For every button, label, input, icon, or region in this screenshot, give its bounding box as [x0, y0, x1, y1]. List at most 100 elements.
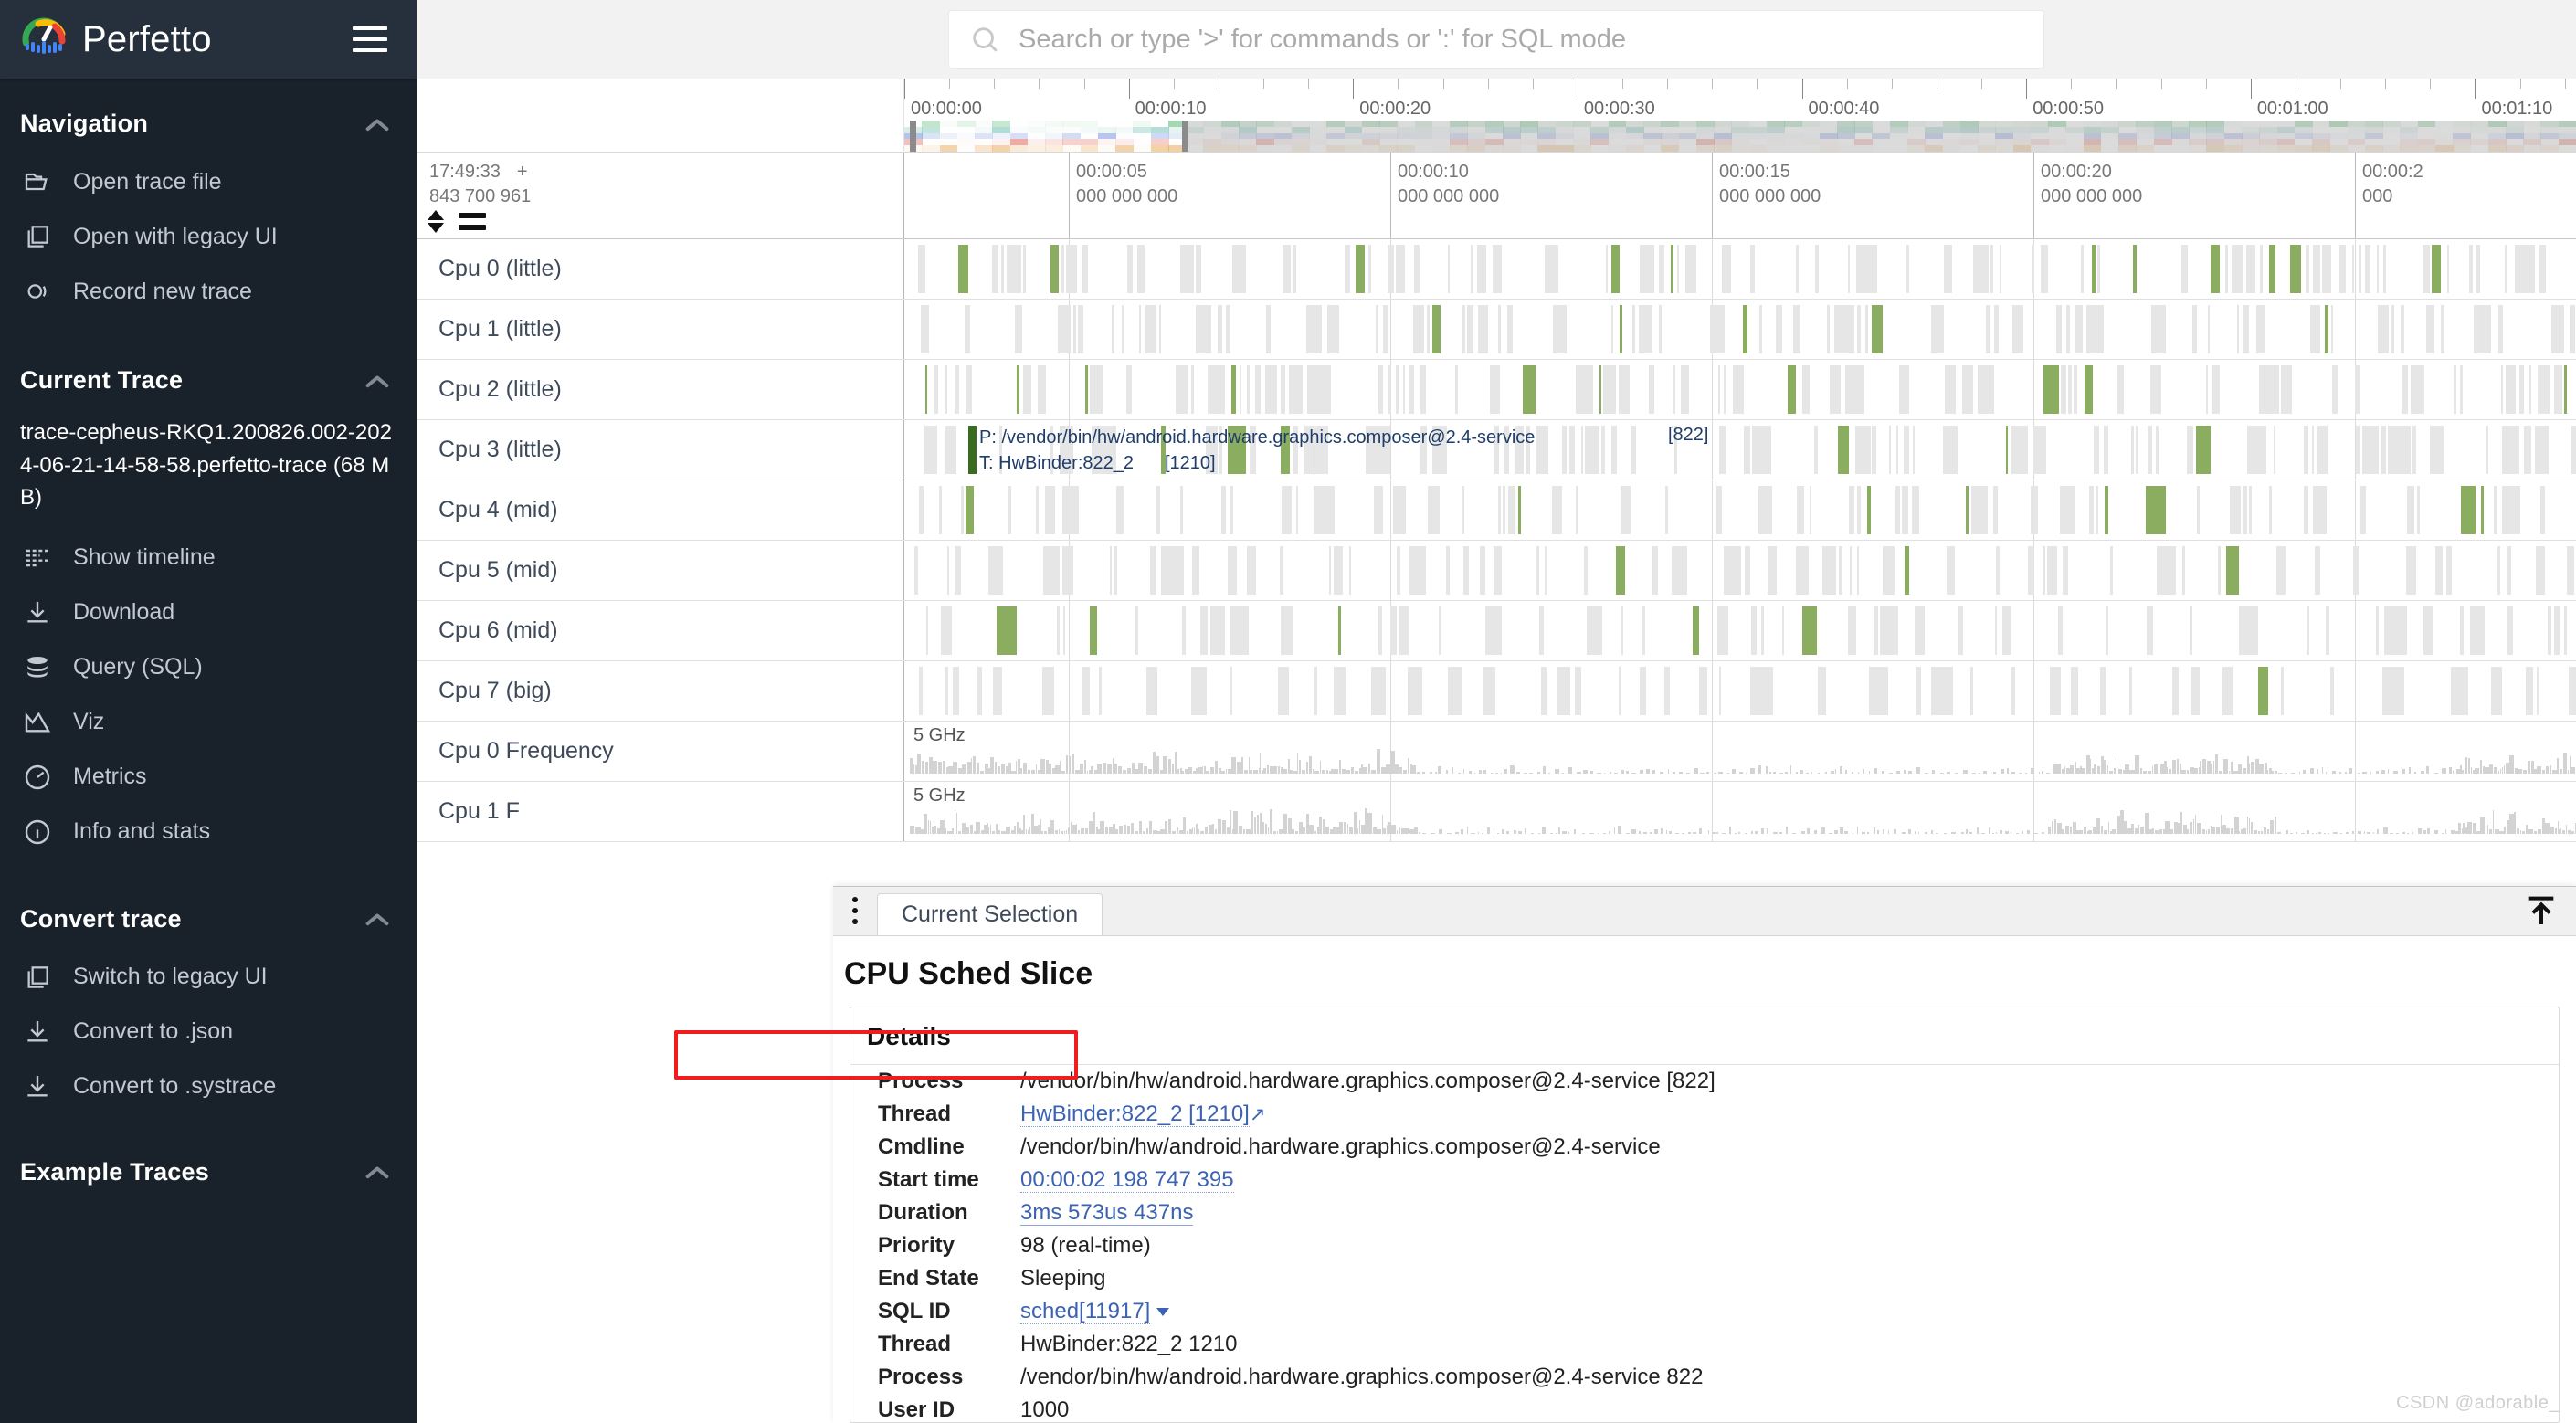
sched-slice[interactable] — [1946, 546, 1955, 595]
sched-slice[interactable] — [2205, 365, 2209, 414]
sched-slice[interactable] — [1515, 426, 1525, 474]
sched-slice[interactable] — [1078, 305, 1084, 353]
sched-slice[interactable] — [2539, 245, 2547, 293]
sched-slice[interactable] — [1413, 245, 1420, 293]
sched-slice[interactable] — [2145, 486, 2166, 534]
details-value[interactable]: 00:00:02 198 747 395 — [1008, 1164, 2559, 1196]
details-value-link[interactable]: sched[11917] — [1020, 1299, 1151, 1324]
sched-slice[interactable] — [2476, 245, 2481, 293]
sched-slice[interactable] — [1137, 245, 1145, 293]
sched-slice[interactable] — [2246, 426, 2267, 474]
sched-slice[interactable] — [1601, 426, 1606, 474]
sched-slice[interactable] — [2377, 305, 2389, 353]
sched-slice[interactable] — [954, 546, 961, 595]
sched-slice[interactable] — [1393, 486, 1407, 534]
sched-slice[interactable] — [1716, 486, 1722, 534]
sched-slice[interactable] — [1776, 305, 1782, 353]
sched-slice[interactable] — [2312, 245, 2321, 293]
track-row[interactable]: Cpu 1 (little) — [417, 300, 2576, 360]
sched-slice[interactable] — [1872, 426, 1877, 474]
sched-slice[interactable] — [1692, 606, 1699, 655]
overview-minimap[interactable]: 00:00:00 00:00:10 00:00:20 00:00:30 00:00:40… — [904, 79, 2576, 152]
sched-slice[interactable] — [2172, 667, 2180, 715]
track-row[interactable]: Cpu 5 (mid) — [417, 541, 2576, 601]
sched-slice[interactable] — [941, 606, 952, 655]
chevron-up-icon[interactable] — [365, 118, 389, 131]
sched-slice[interactable] — [1396, 546, 1400, 595]
sched-slice[interactable] — [1994, 606, 1997, 655]
sched-slice[interactable] — [1536, 426, 1548, 474]
sched-slice[interactable] — [1605, 245, 1608, 293]
sched-slice[interactable] — [1961, 365, 1973, 414]
sched-slice[interactable] — [2537, 365, 2550, 414]
sched-slice[interactable] — [1059, 426, 1074, 474]
sched-slice[interactable] — [2536, 667, 2539, 715]
sched-slice[interactable] — [925, 606, 928, 655]
sched-slice[interactable] — [2391, 305, 2394, 353]
sched-slice[interactable] — [2187, 426, 2193, 474]
sched-slice[interactable] — [1787, 365, 1796, 414]
overview-graph[interactable] — [904, 121, 2576, 152]
sched-slice[interactable] — [2502, 426, 2520, 474]
sched-slice[interactable] — [1378, 365, 1383, 414]
expand-collapse-tracks-button[interactable] — [428, 210, 444, 233]
sidebar-item-download[interactable]: Download — [0, 585, 417, 640]
sched-slice[interactable] — [2525, 667, 2534, 715]
sched-slice[interactable] — [1225, 305, 1230, 353]
sched-slice[interactable] — [1848, 606, 1857, 655]
sched-slice[interactable] — [919, 486, 924, 534]
sched-slice[interactable] — [1278, 667, 1290, 715]
sched-slice[interactable] — [1288, 365, 1303, 414]
sched-slice[interactable] — [2304, 426, 2308, 474]
sched-slice[interactable] — [1160, 546, 1184, 595]
sched-slice[interactable] — [1439, 606, 1441, 655]
sched-slice[interactable] — [1280, 426, 1290, 474]
sched-slice[interactable] — [1061, 486, 1080, 534]
sched-slice[interactable] — [1536, 546, 1539, 595]
sched-slice[interactable] — [1895, 426, 1899, 474]
sched-slice[interactable] — [1498, 486, 1501, 534]
sched-slice[interactable] — [2130, 426, 2135, 474]
track-content[interactable] — [904, 360, 2576, 419]
sched-slice[interactable] — [1014, 305, 1022, 353]
sched-slice[interactable] — [2539, 486, 2546, 534]
search-input[interactable] — [1017, 23, 2023, 56]
sched-slice[interactable] — [2268, 245, 2276, 293]
sched-slice[interactable] — [1857, 486, 1861, 534]
sched-slice[interactable] — [1448, 667, 1462, 715]
track-row[interactable]: Cpu 0 (little) — [417, 239, 2576, 300]
sched-slice[interactable] — [2306, 606, 2310, 655]
sched-slice[interactable] — [1239, 365, 1242, 414]
sched-slice[interactable] — [1127, 245, 1133, 293]
sched-slice[interactable] — [2528, 365, 2531, 414]
sched-slice[interactable] — [2280, 667, 2285, 715]
sidebar-item-info-and-stats[interactable]: Info and stats — [0, 805, 417, 859]
sched-slice[interactable] — [1296, 486, 1299, 534]
sched-slice[interactable] — [1856, 546, 1859, 595]
sched-slice[interactable] — [1717, 606, 1728, 655]
sched-slice[interactable] — [2381, 667, 2404, 715]
sched-slice[interactable] — [2535, 546, 2546, 595]
sched-slice[interactable] — [1050, 426, 1053, 474]
sched-slice[interactable] — [2147, 426, 2152, 474]
sched-slice[interactable] — [2058, 606, 2063, 655]
sched-slice[interactable] — [1545, 245, 1558, 293]
sched-slice[interactable] — [1826, 305, 1830, 353]
sched-slice[interactable] — [1489, 365, 1501, 414]
sched-slice[interactable] — [2243, 486, 2247, 534]
sched-slice[interactable] — [945, 667, 948, 715]
sched-slice[interactable] — [1916, 667, 1922, 715]
sched-slice[interactable] — [1672, 365, 1676, 414]
sched-slice[interactable] — [1872, 305, 1884, 353]
sched-slice[interactable] — [991, 245, 998, 293]
sched-slice[interactable] — [1750, 245, 1755, 293]
sched-slice[interactable] — [2211, 365, 2220, 414]
sched-slice[interactable] — [1305, 305, 1322, 353]
sched-slice[interactable] — [2493, 486, 2497, 534]
sched-slice[interactable] — [2099, 667, 2106, 715]
sched-slice[interactable] — [1109, 546, 1113, 595]
sched-slice[interactable] — [2401, 305, 2404, 353]
sched-slice[interactable] — [1113, 546, 1117, 595]
sched-slice[interactable] — [1057, 305, 1072, 353]
sched-slice[interactable] — [2446, 546, 2452, 595]
